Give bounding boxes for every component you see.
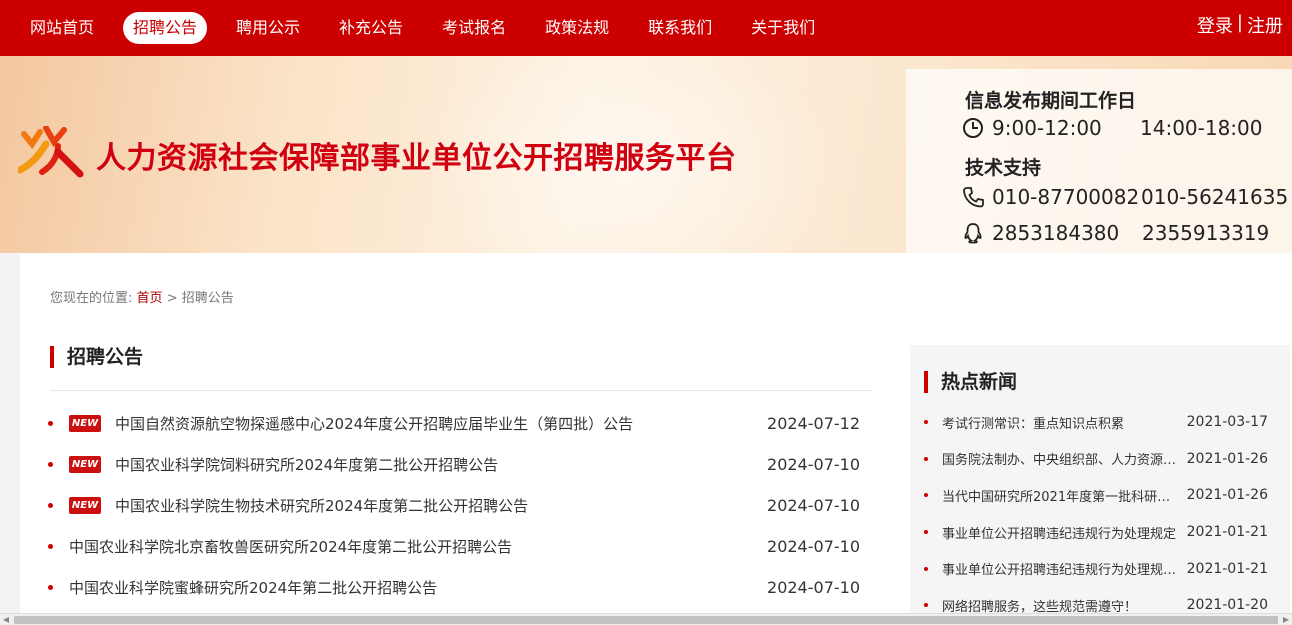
phone-1: 010-87700082	[992, 185, 1140, 209]
announcement-row[interactable]: NEW 中国自然资源航空物探遥感中心2024年度公开招聘应届毕业生（第四批）公告…	[48, 403, 864, 444]
bullet-icon	[924, 493, 928, 498]
bullet-icon	[924, 603, 928, 608]
breadcrumb-current: 招聘公告	[181, 291, 234, 306]
nav-hiring-publicity[interactable]: 聘用公示	[226, 12, 310, 44]
login-link[interactable]: 登录	[1197, 12, 1233, 38]
hot-news-item-date: 2021-03-17	[1186, 414, 1268, 431]
hot-news-item[interactable]: 考试行测常识：重点知识点积累 2021-03-17	[924, 404, 1284, 441]
header-banner: 人力资源社会保障部事业单位公开招聘服务平台 信息发布期间工作日 9:00-12:…	[0, 56, 1292, 253]
support-heading: 技术支持	[965, 157, 1042, 179]
auth-links: 登录 | 注册	[1197, 12, 1283, 38]
qq-icon	[964, 223, 982, 244]
hot-news-item[interactable]: 国务院法制办、中央组织部、人力资源社会保障部 2021-01-26	[924, 441, 1284, 478]
breadcrumb: 您现在的位置: 首页 > 招聘公告	[50, 287, 234, 306]
hours-heading: 信息发布期间工作日	[965, 90, 1137, 112]
hot-news-item[interactable]: 事业单位公开招聘违纪违规行为处理规定解读 2021-01-21	[924, 550, 1284, 587]
hot-news-item-date: 2021-01-21	[1186, 560, 1268, 577]
hot-news-item-date: 2021-01-21	[1186, 524, 1268, 541]
hot-news-item-date: 2021-01-26	[1186, 487, 1268, 504]
announcement-date: 2024-07-10	[767, 455, 860, 474]
hot-news-title: 热点新闻	[924, 371, 1017, 393]
bullet-icon	[48, 503, 53, 508]
qq-1: 2853184380	[992, 221, 1120, 245]
bullet-icon	[48, 462, 53, 467]
announcement-title[interactable]: 中国自然资源航空物探遥感中心2024年度公开招聘应届毕业生（第四批）公告	[115, 413, 633, 434]
horizontal-scrollbar[interactable]: ◀ ▶	[0, 613, 1292, 625]
hot-news-panel: 热点新闻 考试行测常识：重点知识点积累 2021-03-17 国务院法制办、中央…	[910, 345, 1290, 615]
qq-2: 2355913319	[1142, 221, 1270, 245]
hot-news-item-title[interactable]: 考试行测常识：重点知识点积累	[942, 413, 1180, 432]
phone-2: 010-56241635	[1141, 185, 1289, 209]
nav-exam-registration[interactable]: 考试报名	[432, 12, 516, 44]
scroll-left-icon[interactable]: ◀	[0, 614, 12, 625]
section-title: 招聘公告	[50, 346, 143, 368]
bullet-icon	[48, 421, 53, 426]
announcement-date: 2024-07-10	[767, 496, 860, 515]
hours-am: 9:00-12:00	[992, 116, 1102, 140]
qq-row: 2853184380 2355913319	[962, 221, 1292, 245]
bullet-icon	[924, 566, 928, 571]
phone-row: 010-87700082 010-56241635	[962, 185, 1292, 209]
bullet-icon	[924, 420, 928, 425]
nav-contact[interactable]: 联系我们	[638, 12, 722, 44]
bullet-icon	[48, 585, 53, 590]
hot-news-item[interactable]: 事业单位公开招聘违纪违规行为处理规定 2021-01-21	[924, 514, 1284, 551]
announcement-list: NEW 中国自然资源航空物探遥感中心2024年度公开招聘应届毕业生（第四批）公告…	[48, 403, 864, 608]
announcement-row[interactable]: NEW 中国农业科学院生物技术研究所2024年度第二批公开招聘公告 2024-0…	[48, 485, 864, 526]
nav-home[interactable]: 网站首页	[20, 12, 104, 44]
hot-news-item-date: 2021-01-20	[1186, 597, 1268, 614]
hours-pm: 14:00-18:00	[1140, 116, 1263, 140]
nav-about[interactable]: 关于我们	[741, 12, 825, 44]
announcement-title[interactable]: 中国农业科学院北京畜牧兽医研究所2024年度第二批公开招聘公告	[69, 536, 512, 557]
top-nav: 网站首页 招聘公告 聘用公示 补充公告 考试报名 政策法规 联系我们 关于我们 …	[0, 0, 1292, 56]
hot-news-item-date: 2021-01-26	[1186, 450, 1268, 467]
hot-news-item-title[interactable]: 事业单位公开招聘违纪违规行为处理规定	[942, 523, 1180, 542]
hot-news-item-title[interactable]: 当代中国研究所2021年度第一批科研人员招聘	[942, 486, 1180, 505]
hot-news-item-title[interactable]: 网络招聘服务，这些规范需遵守！	[942, 596, 1180, 615]
announcement-date: 2024-07-10	[767, 578, 860, 597]
announcement-row[interactable]: NEW 中国农业科学院饲料研究所2024年度第二批公开招聘公告 2024-07-…	[48, 444, 864, 485]
hot-news-item-title[interactable]: 国务院法制办、中央组织部、人力资源社会保障部	[942, 449, 1180, 468]
service-info-panel: 信息发布期间工作日 9:00-12:00 14:00-18:00 技术支持 01…	[906, 69, 1292, 253]
auth-separator: |	[1236, 12, 1243, 33]
bullet-icon	[924, 530, 928, 535]
announcement-date: 2024-07-10	[767, 537, 860, 556]
nav-recruitment-notices[interactable]: 招聘公告	[123, 12, 208, 44]
bullet-icon	[924, 456, 928, 461]
breadcrumb-home-link[interactable]: 首页	[137, 291, 163, 306]
scrollbar-thumb[interactable]	[14, 616, 1278, 624]
hot-news-item-title[interactable]: 事业单位公开招聘违纪违规行为处理规定解读	[942, 559, 1180, 578]
new-badge: NEW	[69, 497, 101, 514]
site-title: 人力资源社会保障部事业单位公开招聘服务平台	[96, 141, 737, 176]
hot-news-list: 考试行测常识：重点知识点积累 2021-03-17 国务院法制办、中央组织部、人…	[924, 404, 1284, 624]
announcement-title[interactable]: 中国农业科学院生物技术研究所2024年度第二批公开招聘公告	[115, 495, 528, 516]
new-badge: NEW	[69, 456, 101, 473]
breadcrumb-prefix: 您现在的位置:	[50, 291, 133, 306]
hours-row: 9:00-12:00 14:00-18:00	[962, 116, 1292, 140]
breadcrumb-separator: >	[166, 291, 178, 306]
announcement-date: 2024-07-12	[767, 414, 860, 433]
nav-supplementary-notices[interactable]: 补充公告	[329, 12, 413, 44]
clock-icon	[963, 118, 983, 138]
scroll-right-icon[interactable]: ▶	[1280, 614, 1292, 625]
nav-policies[interactable]: 政策法规	[535, 12, 619, 44]
section-divider	[50, 390, 871, 391]
announcement-row[interactable]: 中国农业科学院蜜蜂研究所2024年第二批公开招聘公告 2024-07-10	[48, 567, 864, 608]
phone-icon	[963, 187, 984, 208]
new-badge: NEW	[69, 415, 101, 432]
register-link[interactable]: 注册	[1247, 12, 1283, 38]
announcement-title[interactable]: 中国农业科学院蜜蜂研究所2024年第二批公开招聘公告	[69, 577, 437, 598]
announcement-title[interactable]: 中国农业科学院饲料研究所2024年度第二批公开招聘公告	[115, 454, 498, 475]
bullet-icon	[48, 544, 53, 549]
hot-news-item[interactable]: 当代中国研究所2021年度第一批科研人员招聘 2021-01-26	[924, 477, 1284, 514]
platform-logo-icon	[18, 126, 84, 178]
announcement-row[interactable]: 中国农业科学院北京畜牧兽医研究所2024年度第二批公开招聘公告 2024-07-…	[48, 526, 864, 567]
